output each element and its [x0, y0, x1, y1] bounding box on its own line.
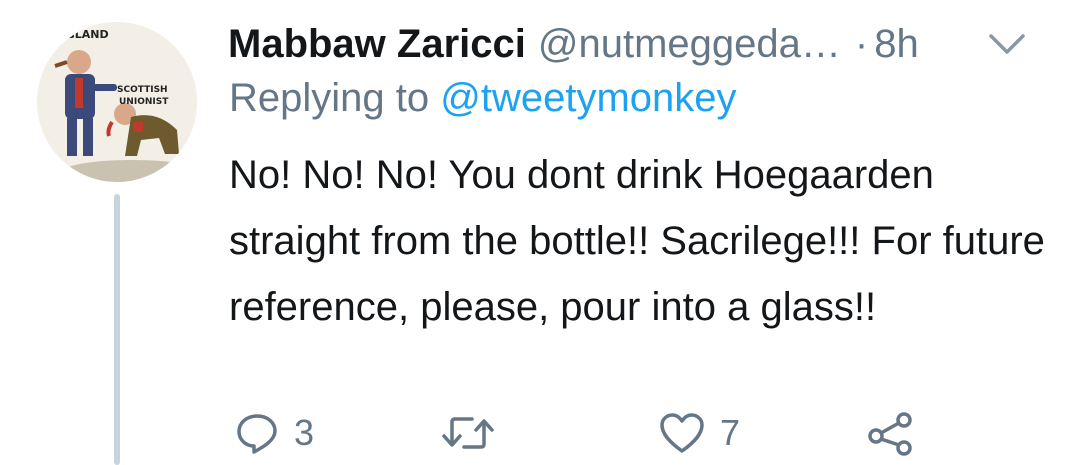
avatar[interactable]: ENGLAND SCOTTISH UNIONIST: [37, 22, 197, 182]
author-name[interactable]: Mabbaw Zaricci: [228, 22, 526, 67]
reply-button[interactable]: 3: [234, 405, 314, 461]
avatar-label-unionist: UNIONIST: [119, 97, 169, 107]
reply-count: 3: [294, 412, 315, 453]
separator-dot: ·: [854, 21, 869, 66]
thread-line: [114, 194, 120, 465]
avatar-label-england: ENGLAND: [49, 28, 109, 41]
share-button[interactable]: [866, 405, 916, 461]
chevron-down-icon[interactable]: [985, 26, 1029, 62]
tweet-text: No! No! No! You dont drink Hoegaarden st…: [229, 153, 1045, 329]
avatar-label-scottish: SCOTTISH: [117, 85, 168, 95]
like-count: 7: [720, 412, 741, 453]
tweet-timestamp[interactable]: 8h: [874, 22, 919, 67]
heart-icon: [658, 410, 706, 456]
reply-icon: [234, 410, 280, 456]
retweet-button[interactable]: [440, 405, 510, 461]
replying-to-mention[interactable]: @tweetymonkey: [440, 76, 736, 120]
like-button[interactable]: 7: [658, 405, 740, 461]
replying-to-prefix: Replying to: [229, 76, 430, 120]
author-handle[interactable]: @nutmeggeda…: [538, 22, 841, 67]
replying-to-line: Replying to @tweetymonkey: [229, 76, 737, 121]
tweet-actions: 3 7: [228, 405, 948, 461]
avatar-cartoon: ENGLAND SCOTTISH UNIONIST: [37, 22, 197, 182]
retweet-icon: [440, 410, 496, 456]
tweet-header: Mabbaw Zaricci @nutmeggeda… · 8h: [228, 16, 1058, 72]
share-icon: [866, 410, 916, 456]
